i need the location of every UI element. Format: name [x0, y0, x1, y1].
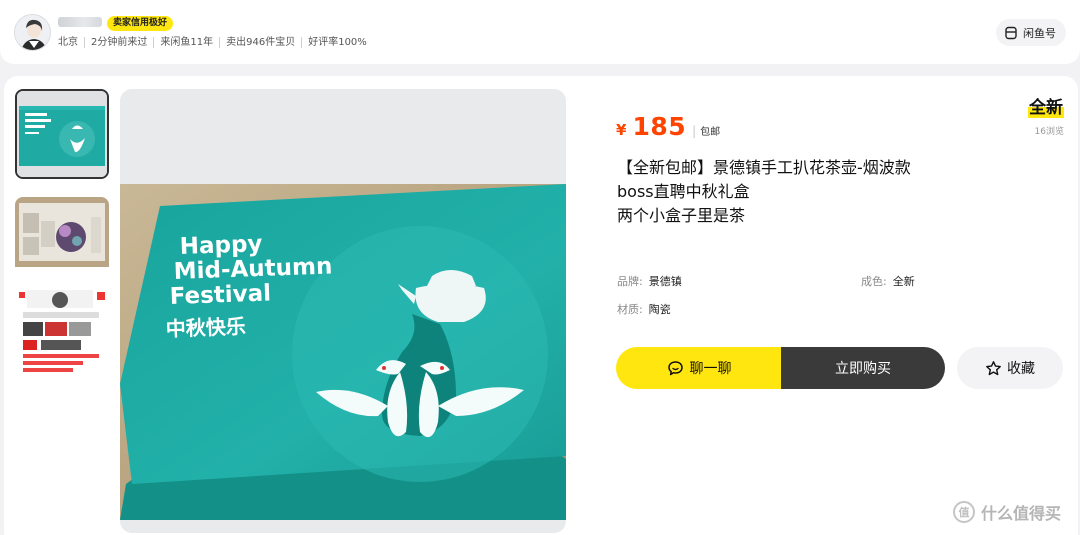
chat-button[interactable]: 聊一聊: [616, 347, 782, 389]
main-product-image[interactable]: Happy Mid-Autumn Festival 中秋快乐: [120, 89, 566, 533]
thumbnail-3[interactable]: [15, 286, 109, 376]
watermark-text: 什么值得买: [981, 504, 1062, 523]
condition-tag: 全新: [1028, 93, 1064, 118]
spec-condition-value: 全新: [892, 275, 915, 288]
seller-avatar[interactable]: [14, 14, 51, 51]
spec-material-key: 材质:: [617, 303, 643, 316]
spec-brand-key: 品牌:: [617, 275, 643, 288]
xianyu-id-label: 闲鱼号: [1023, 26, 1056, 40]
star-icon: [986, 360, 1001, 375]
smzdm-logo-icon: 值: [953, 501, 975, 523]
chat-button-label: 聊一聊: [689, 361, 732, 377]
thumbnail-gift-box-image: [17, 91, 107, 177]
seller-rating: 好评率100%: [301, 37, 373, 48]
spec-material: 材质: 陶瓷: [617, 301, 671, 317]
spec-material-value: 陶瓷: [648, 303, 671, 316]
gift-box-photo: Happy Mid-Autumn Festival 中秋快乐: [120, 184, 566, 520]
xianyu-id-button[interactable]: 闲鱼号: [996, 19, 1066, 46]
chat-bubble-icon: [667, 360, 683, 375]
shipping-tag: 包邮: [700, 127, 721, 138]
thumbnail-screenshot-image: [15, 286, 109, 376]
avatar-image: [15, 15, 50, 50]
price-currency: ¥: [616, 121, 627, 139]
spec-condition: 成色: 全新: [861, 273, 915, 289]
product-card: Happy Mid-Autumn Festival 中秋快乐 ¥ 185 | 包…: [4, 76, 1078, 535]
spec-brand-value: 景德镇: [648, 275, 682, 288]
buy-now-label: 立即购买: [835, 361, 891, 377]
box-text-festival: Festival: [169, 280, 271, 310]
smzdm-watermark: 值 什么值得买: [953, 500, 1061, 524]
spec-brand: 品牌: 景德镇: [617, 273, 682, 289]
spec-condition-key: 成色:: [861, 275, 887, 288]
seller-stats: 北京 2分钟前来过 来闲鱼11年 卖出946件宝贝 好评率100%: [58, 37, 373, 48]
credit-badge: 卖家信用极好: [107, 16, 174, 31]
favorite-button[interactable]: 收藏: [957, 347, 1063, 389]
price-row: ¥ 185 | 包邮: [616, 112, 720, 141]
seller-header: 卖家信用极好 北京 2分钟前来过 来闲鱼11年 卖出946件宝贝 好评率100%…: [0, 0, 1080, 64]
view-count: 16浏览: [1034, 127, 1064, 137]
buy-now-button[interactable]: 立即购买: [781, 347, 945, 389]
favorite-label: 收藏: [1007, 361, 1035, 377]
thumbnail-1[interactable]: [15, 89, 109, 179]
thumbnail-tea-set-image: [15, 197, 109, 267]
price-separator: |: [692, 124, 697, 138]
box-text-chinese: 中秋快乐: [165, 314, 246, 341]
xianyu-id-icon: [1005, 26, 1017, 39]
seller-last-seen: 2分钟前来过: [84, 37, 153, 48]
product-description: 【全新包邮】景德镇手工扒花茶壶-烟波款 boss直聘中秋礼盒 两个小盒子里是茶: [617, 158, 911, 225]
seller-sold-count: 卖出946件宝贝: [219, 37, 301, 48]
seller-membership: 来闲鱼11年: [153, 37, 219, 48]
thumbnail-2[interactable]: [15, 197, 109, 287]
seller-nickname-blurred: [58, 17, 102, 27]
seller-location: 北京: [58, 37, 78, 48]
price-value: 185: [632, 112, 687, 141]
